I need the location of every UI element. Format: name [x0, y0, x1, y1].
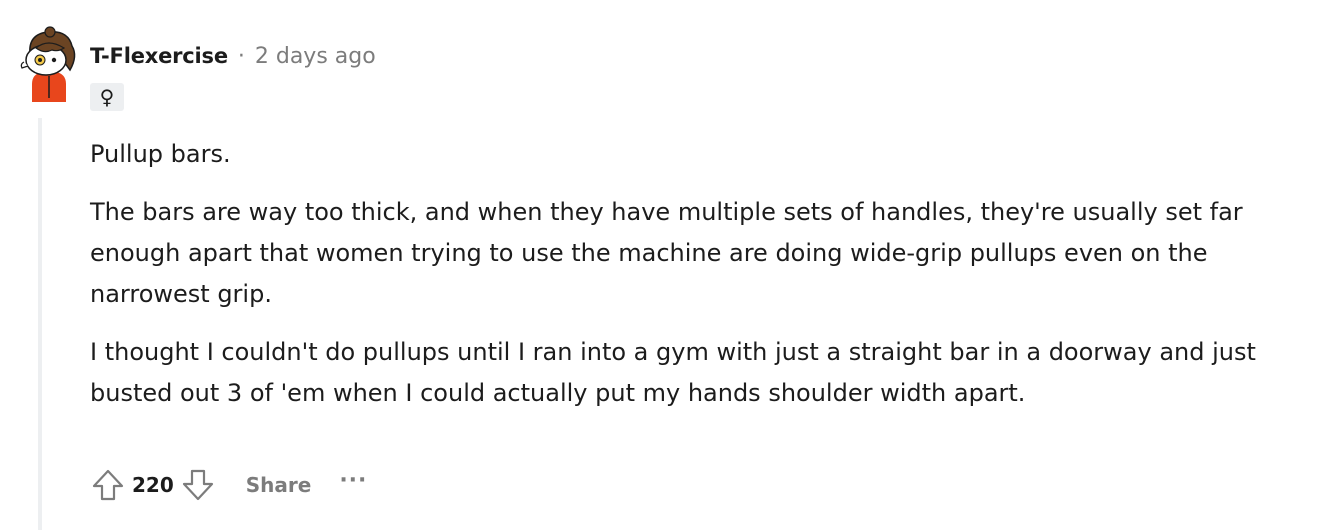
comment-header: T-Flexercise · 2 days ago [90, 41, 376, 71]
thread-collapse-line[interactable] [38, 118, 42, 530]
comment-body: Pullup bars. The bars are way too thick,… [90, 134, 1320, 431]
comment-paragraph: Pullup bars. [90, 140, 231, 168]
more-options-icon[interactable]: ··· [333, 468, 373, 503]
author-username[interactable]: T-Flexercise [90, 44, 228, 68]
user-flair-badge: ♀ [90, 83, 124, 111]
upvote-arrow-icon [92, 469, 124, 501]
comment-timestamp[interactable]: 2 days ago [255, 44, 376, 69]
share-button[interactable]: Share [238, 467, 320, 503]
meta-separator: · [237, 43, 245, 69]
downvote-arrow-icon [182, 469, 213, 501]
comment-paragraph: I thought I couldn't do pullups until I … [90, 338, 1256, 407]
comment-paragraph: The bars are way too thick, and when the… [90, 198, 1243, 308]
user-avatar[interactable] [14, 26, 82, 102]
vote-score: 220 [132, 473, 174, 497]
upvote-button[interactable] [86, 463, 130, 507]
downvote-button[interactable] [176, 463, 220, 507]
comment-action-bar: 220 Share ··· [86, 462, 373, 508]
